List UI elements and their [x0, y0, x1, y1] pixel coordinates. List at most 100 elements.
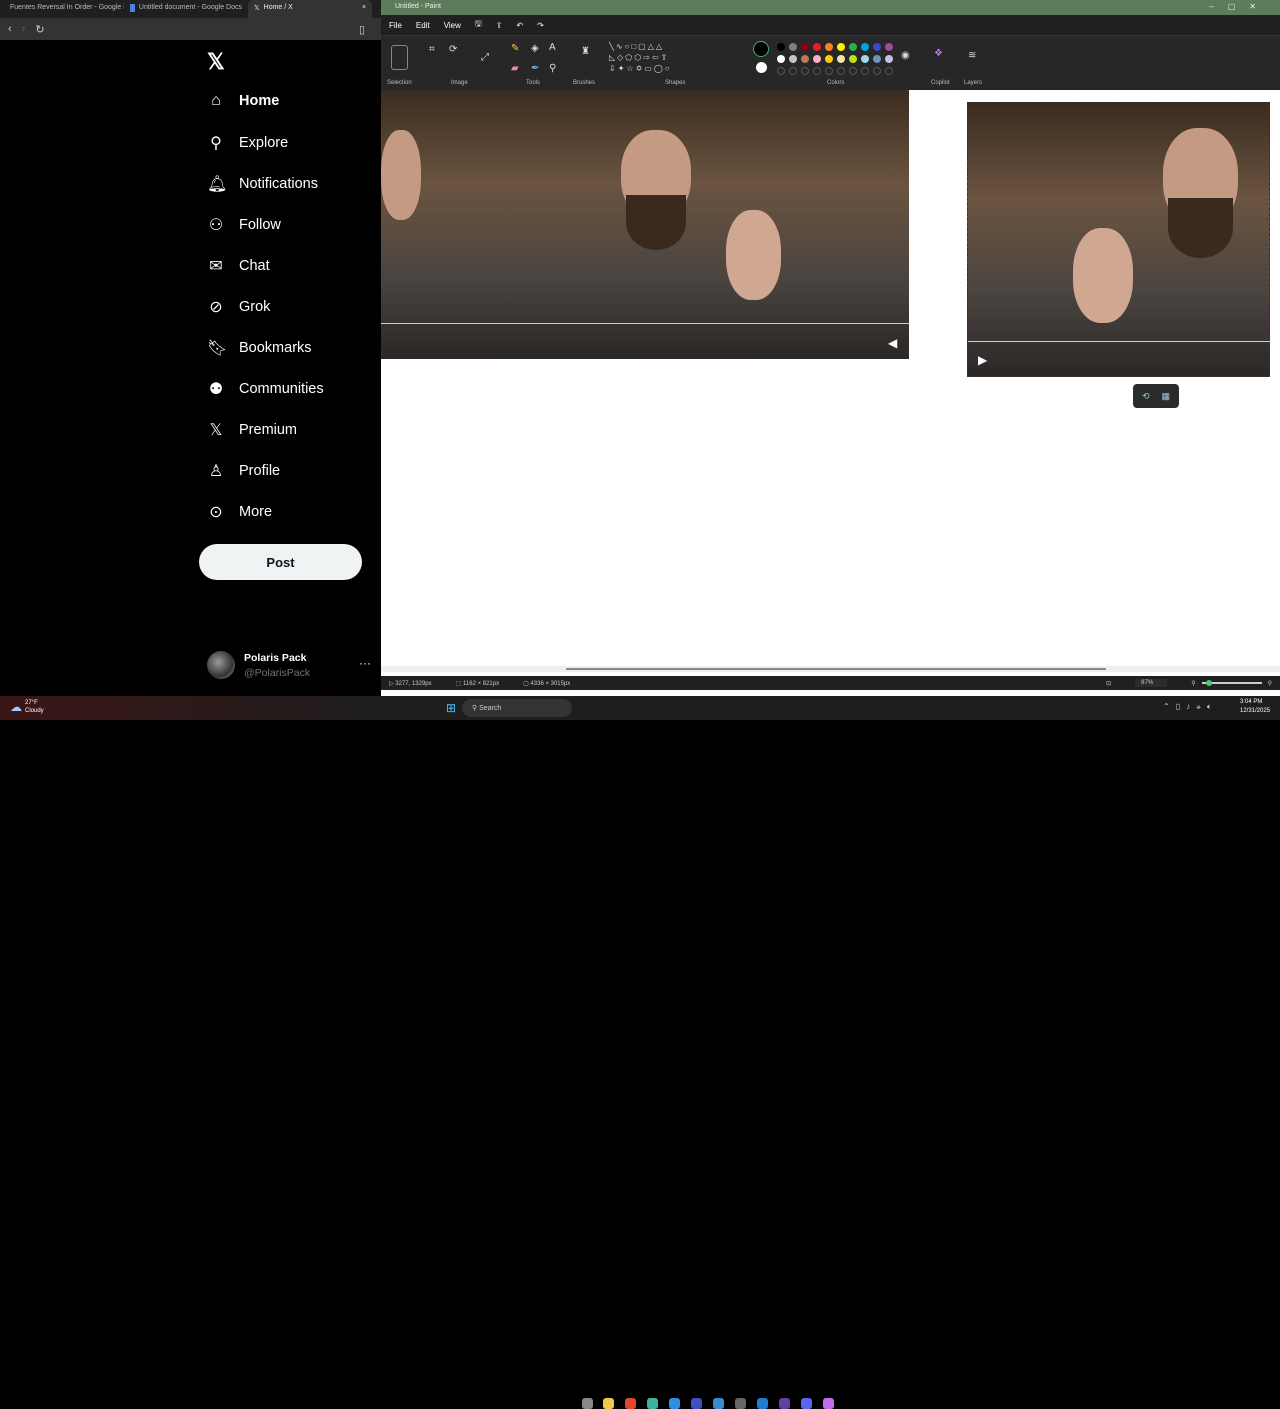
- color-swatch[interactable]: [861, 43, 869, 51]
- color-swatch[interactable]: [885, 55, 893, 63]
- color-swatch[interactable]: [861, 55, 869, 63]
- x-logo-icon[interactable]: 𝕏: [207, 49, 225, 75]
- remove-background-icon[interactable]: ⟲: [1142, 391, 1150, 402]
- magnifier-icon[interactable]: ⚲: [549, 63, 556, 74]
- task-view-icon[interactable]: [582, 1398, 593, 1409]
- app-icon[interactable]: [779, 1398, 790, 1409]
- color-picker-icon[interactable]: ✒: [531, 63, 539, 74]
- color1-swatch[interactable]: [753, 41, 769, 57]
- custom-color-slot[interactable]: [837, 67, 845, 75]
- nav-grok[interactable]: ⊘ Grok: [207, 297, 270, 317]
- copilot-icon[interactable]: ❖: [934, 48, 943, 59]
- obs-icon[interactable]: [735, 1398, 746, 1409]
- custom-color-slot[interactable]: [849, 67, 857, 75]
- brush-icon[interactable]: ♜: [581, 46, 590, 57]
- custom-color-slot[interactable]: [777, 67, 785, 75]
- nav-bookmarks[interactable]: 🔖︎ Bookmarks: [207, 338, 312, 358]
- resize-icon[interactable]: ⤢: [481, 52, 489, 63]
- layers-icon[interactable]: ≋: [968, 50, 976, 61]
- nav-premium[interactable]: 𝕏 Premium: [207, 420, 297, 440]
- color-swatch[interactable]: [885, 43, 893, 51]
- nav-chat[interactable]: ✉ Chat: [207, 256, 269, 276]
- steam-icon[interactable]: [757, 1398, 768, 1409]
- color-swatch[interactable]: [825, 43, 833, 51]
- clock-date[interactable]: 12/31/2025: [1240, 708, 1270, 714]
- horizontal-scrollbar[interactable]: [381, 666, 1280, 672]
- tab-home-x[interactable]: 𝕏 Home / X ×: [248, 0, 372, 18]
- taskbar-search[interactable]: ⚲ Search: [462, 699, 572, 717]
- custom-color-slot[interactable]: [825, 67, 833, 75]
- fill-icon[interactable]: ◈: [531, 43, 539, 54]
- nav-more[interactable]: ⊙ More: [207, 502, 272, 522]
- color-swatch[interactable]: [801, 43, 809, 51]
- color-swatch[interactable]: [849, 43, 857, 51]
- discord-icon[interactable]: [801, 1398, 812, 1409]
- menu-file[interactable]: File: [389, 21, 402, 30]
- nav-home[interactable]: ⌂ Home: [207, 92, 279, 110]
- edit-colors-icon[interactable]: ◉: [901, 50, 910, 61]
- app-icon[interactable]: [691, 1398, 702, 1409]
- zoom-out-icon[interactable]: ⚲: [1191, 680, 1195, 687]
- clock-time[interactable]: 3:04 PM: [1240, 699, 1262, 705]
- save-icon[interactable]: 🖫: [475, 18, 482, 32]
- avatar[interactable]: [207, 651, 235, 679]
- color-swatch[interactable]: [801, 55, 809, 63]
- window-controls[interactable]: –▢✕: [1209, 2, 1270, 11]
- menu-view[interactable]: View: [444, 21, 461, 30]
- zoom-in-icon[interactable]: ⚲: [1268, 680, 1272, 687]
- custom-color-slot[interactable]: [873, 67, 881, 75]
- system-tray[interactable]: ⌃▯♪⚹🔈︎: [1163, 702, 1218, 712]
- fit-to-window-icon[interactable]: ⊡: [1106, 680, 1111, 687]
- nav-explore[interactable]: ⚲ Explore: [207, 133, 288, 153]
- color-swatch[interactable]: [789, 55, 797, 63]
- color-swatch[interactable]: [789, 43, 797, 51]
- nav-follow[interactable]: ⚇ Follow: [207, 215, 281, 235]
- undo-icon[interactable]: ↶: [516, 21, 523, 30]
- rotate-icon[interactable]: ⟳: [449, 44, 457, 55]
- custom-color-slot[interactable]: [885, 67, 893, 75]
- color-swatch[interactable]: [777, 43, 785, 51]
- pencil-icon[interactable]: ✎: [511, 43, 519, 54]
- color-swatch[interactable]: [837, 55, 845, 63]
- zoom-dropdown[interactable]: 87%: [1135, 679, 1168, 687]
- tab-untitled-doc[interactable]: Untitled document - Google Docs: [124, 0, 248, 18]
- color-swatch[interactable]: [873, 43, 881, 51]
- color-swatch[interactable]: [873, 55, 881, 63]
- crop-selection-icon[interactable]: ▦: [1162, 391, 1171, 402]
- menu-edit[interactable]: Edit: [416, 21, 430, 30]
- paint-canvas[interactable]: ◀ ▶ ⟲ ▦: [381, 90, 1280, 672]
- app-icon[interactable]: [713, 1398, 724, 1409]
- crop-icon[interactable]: ⌗: [429, 44, 435, 55]
- text-icon[interactable]: A: [549, 42, 556, 53]
- file-explorer-icon[interactable]: [603, 1398, 614, 1409]
- nav-profile[interactable]: ♙ Profile: [207, 461, 280, 481]
- nav-communities[interactable]: ⚉ Communities: [207, 379, 324, 399]
- bookmark-icon[interactable]: ▯: [359, 23, 365, 36]
- eraser-icon[interactable]: ▰: [511, 63, 519, 74]
- post-button[interactable]: Post: [199, 544, 362, 580]
- custom-color-slot[interactable]: [789, 67, 797, 75]
- redo-icon[interactable]: ↷: [537, 21, 544, 30]
- copilot-icon[interactable]: [823, 1398, 834, 1409]
- paint-app-icon[interactable]: [647, 1398, 658, 1409]
- selection-button[interactable]: [391, 45, 408, 70]
- color2-swatch[interactable]: [756, 62, 767, 73]
- color-swatch[interactable]: [813, 43, 821, 51]
- selected-image-right[interactable]: ▶: [967, 102, 1271, 377]
- close-icon[interactable]: ×: [362, 4, 366, 14]
- nav-notifications[interactable]: 🔔︎ Notifications: [207, 174, 318, 194]
- account-menu-icon[interactable]: ···: [359, 656, 371, 670]
- reload-icon[interactable]: ↻: [35, 23, 44, 36]
- shapes-gallery[interactable]: ╲∿○□▢△△ ◺◇⬠⬡⇨⇦⇧ ⇩✦☆✡▭◯○: [609, 41, 689, 74]
- back-icon[interactable]: ‹: [8, 23, 12, 35]
- zoom-slider[interactable]: [1201, 680, 1262, 686]
- weather-icon[interactable]: ☁: [10, 700, 22, 714]
- color-swatch[interactable]: [777, 55, 785, 63]
- brave-icon[interactable]: [625, 1398, 636, 1409]
- custom-color-slot[interactable]: [813, 67, 821, 75]
- color-swatch[interactable]: [825, 55, 833, 63]
- custom-color-slot[interactable]: [861, 67, 869, 75]
- color-swatch[interactable]: [813, 55, 821, 63]
- app-icon[interactable]: [669, 1398, 680, 1409]
- tab-fuentes[interactable]: Fuentes Reversal In Order - Google D: [0, 0, 124, 18]
